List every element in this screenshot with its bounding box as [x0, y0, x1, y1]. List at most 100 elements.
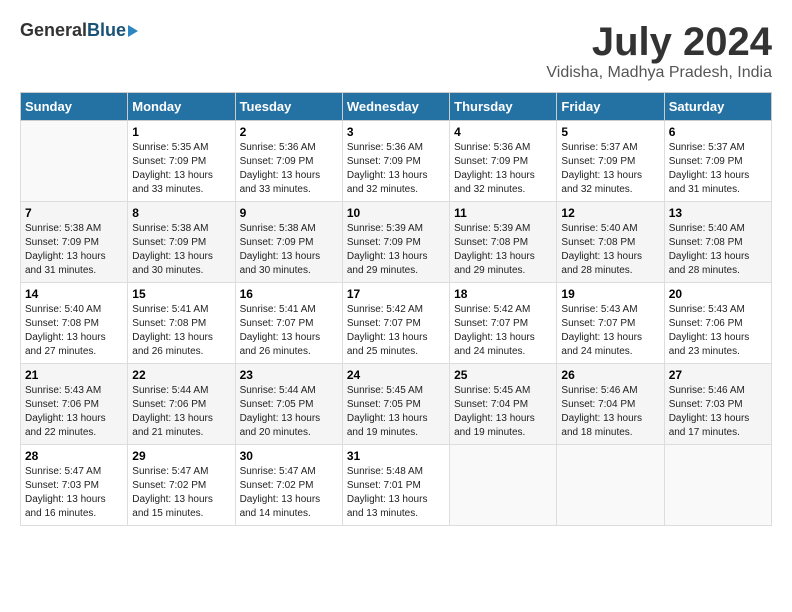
day-number: 28 — [25, 449, 123, 463]
calendar-cell: 13Sunrise: 5:40 AMSunset: 7:08 PMDayligh… — [664, 202, 771, 283]
calendar-cell: 1 Sunrise: 5:35 AMSunset: 7:09 PMDaylight… — [128, 121, 235, 202]
day-info: Sunrise: 5:43 AMSunset: 7:06 PMDaylight:… — [25, 384, 123, 440]
day-number: 8 — [132, 206, 230, 220]
weekday-header-saturday: Saturday — [664, 93, 771, 121]
calendar-cell: 23Sunrise: 5:44 AMSunset: 7:05 PMDayligh… — [235, 364, 342, 445]
day-number: 21 — [25, 368, 123, 382]
day-info: Sunrise: 5:40 AMSunset: 7:08 PMDaylight:… — [669, 222, 767, 278]
day-number: 4 — [454, 125, 552, 139]
calendar-cell: 11 Sunrise: 5:39 AMSunset: 7:08 PMDayligh… — [450, 202, 557, 283]
calendar-cell: 31 Sunrise: 5:48 AMSunset: 7:01 PMDayligh… — [342, 445, 449, 526]
day-info: Sunrise: 5:43 AMSunset: 7:06 PMDaylight:… — [669, 303, 767, 359]
day-info: Sunrise: 5:41 AMSunset: 7:07 PMDaylight:… — [240, 303, 338, 359]
day-info: Sunrise: 5:40 AMSunset: 7:08 PMDaylight:… — [561, 222, 659, 278]
day-info: Sunrise: 5:36 AMSunset: 7:09 PMDaylight:… — [454, 141, 552, 197]
day-number: 1 — [132, 125, 230, 139]
logo: General Blue — [20, 20, 138, 41]
weekday-header-friday: Friday — [557, 93, 664, 121]
week-row-3: 14 Sunrise: 5:40 AMSunset: 7:08 PMDayligh… — [21, 283, 772, 364]
calendar-cell: 19Sunrise: 5:43 AMSunset: 7:07 PMDayligh… — [557, 283, 664, 364]
day-number: 18 — [454, 287, 552, 301]
calendar-cell: 24Sunrise: 5:45 AMSunset: 7:05 PMDayligh… — [342, 364, 449, 445]
calendar-cell: 16Sunrise: 5:41 AMSunset: 7:07 PMDayligh… — [235, 283, 342, 364]
day-info: Sunrise: 5:37 AMSunset: 7:09 PMDaylight:… — [669, 141, 767, 197]
calendar-cell: 30 Sunrise: 5:47 AMSunset: 7:02 PMDayligh… — [235, 445, 342, 526]
calendar-cell: 4 Sunrise: 5:36 AMSunset: 7:09 PMDaylight… — [450, 121, 557, 202]
day-info: Sunrise: 5:39 AMSunset: 7:08 PMDaylight:… — [454, 222, 552, 278]
day-number: 22 — [132, 368, 230, 382]
day-number: 25 — [454, 368, 552, 382]
week-row-1: 1 Sunrise: 5:35 AMSunset: 7:09 PMDaylight… — [21, 121, 772, 202]
day-info: Sunrise: 5:48 AMSunset: 7:01 PMDaylight:… — [347, 465, 445, 521]
day-number: 9 — [240, 206, 338, 220]
day-number: 29 — [132, 449, 230, 463]
calendar-cell: 5Sunrise: 5:37 AMSunset: 7:09 PMDaylight… — [557, 121, 664, 202]
weekday-header-row: SundayMondayTuesdayWednesdayThursdayFrid… — [21, 93, 772, 121]
calendar-cell: 7Sunrise: 5:38 AMSunset: 7:09 PMDaylight… — [21, 202, 128, 283]
day-info: Sunrise: 5:47 AMSunset: 7:02 PMDaylight:… — [240, 465, 338, 521]
week-row-4: 21 Sunrise: 5:43 AMSunset: 7:06 PMDayligh… — [21, 364, 772, 445]
logo-general-text: General — [20, 20, 87, 41]
day-number: 17 — [347, 287, 445, 301]
day-info: Sunrise: 5:47 AMSunset: 7:02 PMDaylight:… — [132, 465, 230, 521]
day-number: 31 — [347, 449, 445, 463]
calendar-cell: 20 Sunrise: 5:43 AMSunset: 7:06 PMDayligh… — [664, 283, 771, 364]
day-info: Sunrise: 5:42 AMSunset: 7:07 PMDaylight:… — [454, 303, 552, 359]
location-subtitle: Vidisha, Madhya Pradesh, India — [546, 64, 772, 82]
day-info: Sunrise: 5:35 AMSunset: 7:09 PMDaylight:… — [132, 141, 230, 197]
day-info: Sunrise: 5:36 AMSunset: 7:09 PMDaylight:… — [240, 141, 338, 197]
day-number: 5 — [561, 125, 659, 139]
day-number: 19 — [561, 287, 659, 301]
week-row-5: 28Sunrise: 5:47 AMSunset: 7:03 PMDayligh… — [21, 445, 772, 526]
weekday-header-thursday: Thursday — [450, 93, 557, 121]
logo-blue-text: Blue — [87, 20, 126, 41]
day-number: 11 — [454, 206, 552, 220]
day-number: 26 — [561, 368, 659, 382]
calendar-cell: 9 Sunrise: 5:38 AMSunset: 7:09 PMDaylight… — [235, 202, 342, 283]
calendar-cell: 25Sunrise: 5:45 AMSunset: 7:04 PMDayligh… — [450, 364, 557, 445]
day-info: Sunrise: 5:40 AMSunset: 7:08 PMDaylight:… — [25, 303, 123, 359]
calendar-cell: 3 Sunrise: 5:36 AMSunset: 7:09 PMDaylight… — [342, 121, 449, 202]
day-number: 30 — [240, 449, 338, 463]
day-info: Sunrise: 5:45 AMSunset: 7:05 PMDaylight:… — [347, 384, 445, 440]
day-number: 3 — [347, 125, 445, 139]
week-row-2: 7Sunrise: 5:38 AMSunset: 7:09 PMDaylight… — [21, 202, 772, 283]
day-info: Sunrise: 5:44 AMSunset: 7:06 PMDaylight:… — [132, 384, 230, 440]
calendar-cell: 21 Sunrise: 5:43 AMSunset: 7:06 PMDayligh… — [21, 364, 128, 445]
day-info: Sunrise: 5:36 AMSunset: 7:09 PMDaylight:… — [347, 141, 445, 197]
calendar-cell: 10Sunrise: 5:39 AMSunset: 7:09 PMDayligh… — [342, 202, 449, 283]
calendar-cell: 26 Sunrise: 5:46 AMSunset: 7:04 PMDayligh… — [557, 364, 664, 445]
weekday-header-sunday: Sunday — [21, 93, 128, 121]
title-block: July 2024 Vidisha, Madhya Pradesh, India — [546, 20, 772, 82]
day-number: 12 — [561, 206, 659, 220]
calendar-cell: 18 Sunrise: 5:42 AMSunset: 7:07 PMDayligh… — [450, 283, 557, 364]
day-info: Sunrise: 5:38 AMSunset: 7:09 PMDaylight:… — [240, 222, 338, 278]
calendar-cell — [21, 121, 128, 202]
calendar-cell: 8Sunrise: 5:38 AMSunset: 7:09 PMDaylight… — [128, 202, 235, 283]
day-info: Sunrise: 5:46 AMSunset: 7:03 PMDaylight:… — [669, 384, 767, 440]
day-info: Sunrise: 5:46 AMSunset: 7:04 PMDaylight:… — [561, 384, 659, 440]
weekday-header-tuesday: Tuesday — [235, 93, 342, 121]
calendar-cell: 28Sunrise: 5:47 AMSunset: 7:03 PMDayligh… — [21, 445, 128, 526]
calendar-cell: 12 Sunrise: 5:40 AMSunset: 7:08 PMDayligh… — [557, 202, 664, 283]
day-number: 20 — [669, 287, 767, 301]
day-info: Sunrise: 5:42 AMSunset: 7:07 PMDaylight:… — [347, 303, 445, 359]
day-number: 2 — [240, 125, 338, 139]
calendar-table: SundayMondayTuesdayWednesdayThursdayFrid… — [20, 92, 772, 526]
day-info: Sunrise: 5:38 AMSunset: 7:09 PMDaylight:… — [25, 222, 123, 278]
weekday-header-monday: Monday — [128, 93, 235, 121]
day-info: Sunrise: 5:44 AMSunset: 7:05 PMDaylight:… — [240, 384, 338, 440]
day-number: 15 — [132, 287, 230, 301]
day-info: Sunrise: 5:39 AMSunset: 7:09 PMDaylight:… — [347, 222, 445, 278]
calendar-cell: 29 Sunrise: 5:47 AMSunset: 7:02 PMDayligh… — [128, 445, 235, 526]
calendar-cell: 6 Sunrise: 5:37 AMSunset: 7:09 PMDaylight… — [664, 121, 771, 202]
day-info: Sunrise: 5:41 AMSunset: 7:08 PMDaylight:… — [132, 303, 230, 359]
calendar-cell: 14 Sunrise: 5:40 AMSunset: 7:08 PMDayligh… — [21, 283, 128, 364]
month-title: July 2024 — [546, 20, 772, 64]
page-header: General Blue July 2024 Vidisha, Madhya P… — [20, 20, 772, 82]
calendar-cell: 15 Sunrise: 5:41 AMSunset: 7:08 PMDayligh… — [128, 283, 235, 364]
calendar-cell: 2 Sunrise: 5:36 AMSunset: 7:09 PMDaylight… — [235, 121, 342, 202]
day-number: 6 — [669, 125, 767, 139]
calendar-cell: 17 Sunrise: 5:42 AMSunset: 7:07 PMDayligh… — [342, 283, 449, 364]
day-number: 14 — [25, 287, 123, 301]
